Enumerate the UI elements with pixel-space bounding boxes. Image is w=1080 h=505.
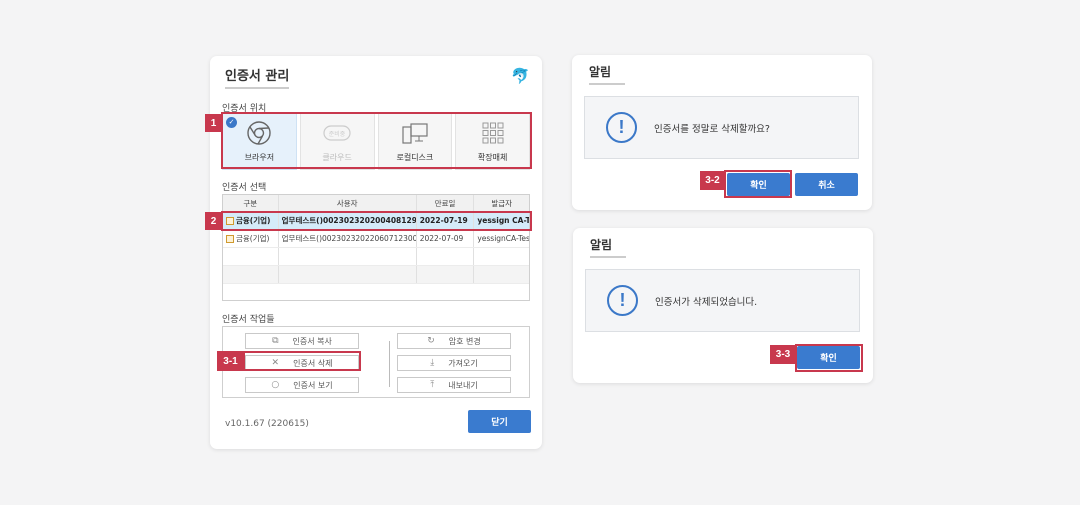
upload-icon: ⤒ — [430, 380, 435, 390]
annotation-tag: 2 — [205, 212, 222, 230]
certificate-icon — [226, 234, 234, 243]
search-icon: ○ — [271, 380, 280, 390]
table-row-empty — [223, 248, 529, 266]
copy-cert-button[interactable]: ⧉ 인증서 복사 — [245, 333, 359, 349]
info-icon: ! — [606, 112, 637, 143]
annotation-tag: 1 — [205, 114, 222, 132]
select-section-label: 인증서 선택 — [222, 183, 267, 193]
column-header[interactable]: 발급자 — [474, 195, 529, 211]
annotation-tag: 3-2 — [700, 171, 725, 190]
button-label: 인증서 보기 — [293, 380, 333, 390]
cert-user: 업무테스트()00230232022060712300... — [279, 230, 417, 247]
highlight-box — [221, 112, 532, 169]
copy-icon: ⧉ — [272, 336, 279, 346]
button-label: 암호 변경 — [448, 336, 481, 346]
cert-issuer: yessignCA-Tes... — [477, 234, 529, 243]
version-text: v10.1.67 (220615) — [225, 419, 309, 429]
cert-expiry: 2022-07-09 — [417, 230, 475, 247]
button-label: 인증서 복사 — [292, 336, 332, 346]
import-button[interactable]: ⤓ 가져오기 — [397, 355, 511, 371]
table-row[interactable]: 금융(기업) 업무테스트()00230232022060712300... 20… — [223, 230, 529, 248]
column-header[interactable]: 만료일 — [417, 195, 475, 211]
close-button[interactable]: 닫기 — [468, 410, 531, 433]
dialog-title: 알림 — [589, 63, 625, 85]
button-label: 내보내기 — [448, 380, 478, 390]
highlight-box — [221, 211, 532, 231]
view-cert-button[interactable]: ○ 인증서 보기 — [245, 377, 359, 393]
message-box: ! 인증서를 정말로 삭제할까요? — [584, 96, 859, 159]
cancel-button[interactable]: 취소 — [795, 173, 858, 196]
table-header: 구분 사용자 만료일 발급자 — [223, 195, 529, 212]
column-header[interactable]: 사용자 — [279, 195, 417, 211]
dialog-message: 인증서가 삭제되었습니다. — [655, 296, 758, 308]
message-box: ! 인증서가 삭제되었습니다. — [585, 269, 860, 332]
refresh-icon: ↻ — [427, 336, 435, 346]
annotation-tag: 3-3 — [770, 345, 796, 364]
logo-icon: 🐬 — [511, 67, 530, 85]
highlight-box — [243, 351, 361, 371]
button-label: 가져오기 — [448, 358, 478, 368]
divider — [389, 341, 390, 387]
cert-type: 금융(기업) — [236, 234, 270, 243]
highlight-box — [724, 170, 792, 198]
table-row-empty — [223, 266, 529, 284]
change-password-button[interactable]: ↻ 암호 변경 — [397, 333, 511, 349]
dialog-title: 알림 — [590, 236, 626, 258]
export-button[interactable]: ⤒ 내보내기 — [397, 377, 511, 393]
highlight-box — [795, 344, 863, 372]
dialog-message: 인증서를 정말로 삭제할까요? — [654, 123, 770, 135]
info-icon: ! — [607, 285, 638, 316]
download-icon: ⤓ — [430, 358, 435, 368]
column-header[interactable]: 구분 — [223, 195, 279, 211]
ops-section-label: 인증서 작업들 — [222, 315, 275, 325]
annotation-tag: 3-1 — [217, 351, 244, 371]
dialog-title: 인증서 관리 — [225, 65, 290, 89]
